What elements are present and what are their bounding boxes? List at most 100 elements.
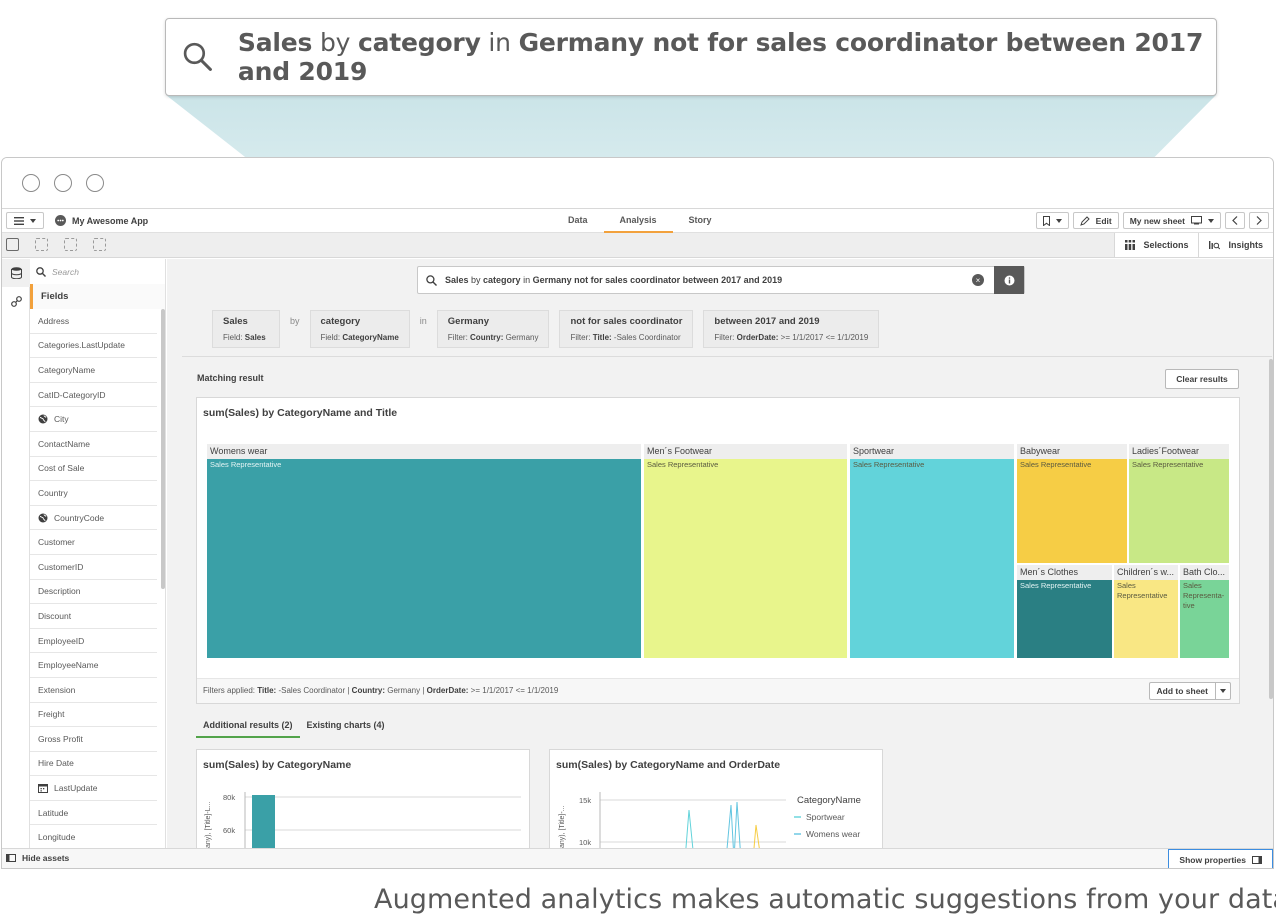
- selection-tools: [6, 238, 106, 251]
- field-item[interactable]: Latitude: [30, 801, 157, 826]
- field-item[interactable]: EmployeeID: [30, 629, 157, 654]
- insight-search-bar[interactable]: Sales by category in Germany not for sal…: [417, 266, 1025, 294]
- field-item[interactable]: Discount: [30, 604, 157, 629]
- treemap-cell[interactable]: Babywear Sales Representative: [1017, 444, 1127, 563]
- field-item[interactable]: Gross Profit: [30, 727, 157, 752]
- hide-assets-button[interactable]: Hide assets: [6, 853, 69, 863]
- treemap-cell[interactable]: Men´s Clothes Sales Representative: [1017, 565, 1112, 658]
- additional-chart-card-1[interactable]: sum(Sales) by CategoryName any), [Title]…: [196, 749, 530, 848]
- add-to-sheet-button[interactable]: Add to sheet: [1148, 682, 1231, 700]
- selections-button[interactable]: Selections: [1114, 233, 1199, 257]
- field-item[interactable]: Address: [30, 309, 157, 334]
- treemap-cell[interactable]: Children´s w... Sales Representative: [1114, 565, 1178, 658]
- main-area: Sales by category in Germany not for sal…: [167, 259, 1273, 848]
- treemap-rect[interactable]: Sales Representative: [1129, 459, 1229, 563]
- field-item[interactable]: Description: [30, 580, 157, 605]
- interpretation-chip[interactable]: Germany Filter: Country: Germany: [436, 310, 550, 348]
- treemap-rect[interactable]: Sales Representa-tive: [1180, 580, 1229, 658]
- bookmark-button[interactable]: [1035, 212, 1069, 229]
- field-item[interactable]: Freight: [30, 703, 157, 728]
- clear-selections-icon[interactable]: [93, 238, 106, 251]
- field-item[interactable]: Longitude: [30, 825, 157, 851]
- filters-applied-part: Title:: [257, 686, 277, 695]
- search-query-part: Sales: [445, 275, 469, 285]
- interpretation-chip[interactable]: not for sales coordinator Filter: Title: …: [559, 310, 694, 348]
- app-title[interactable]: My Awesome App: [55, 215, 148, 226]
- field-item[interactable]: CountryCode: [30, 506, 157, 531]
- field-item[interactable]: CategoryName: [30, 358, 157, 383]
- info-button[interactable]: [994, 266, 1024, 294]
- treemap-cell[interactable]: Men´s Footwear Sales Representative: [644, 444, 847, 658]
- tab-data[interactable]: Data: [552, 209, 604, 233]
- sheet-selector[interactable]: My new sheet: [1122, 212, 1221, 229]
- clear-query-icon[interactable]: ×: [972, 274, 984, 286]
- fields-rail-button[interactable]: [2, 259, 30, 287]
- field-item[interactable]: Extension: [30, 678, 157, 703]
- insights-button[interactable]: Insights: [1198, 233, 1273, 257]
- fields-search-input[interactable]: Search: [30, 259, 165, 284]
- show-properties-button[interactable]: Show properties: [1168, 849, 1273, 868]
- tab-story[interactable]: Story: [673, 209, 728, 233]
- chip-subtitle-prefix: Filter:: [447, 333, 471, 342]
- chevron-down-icon: [1055, 218, 1062, 223]
- tab-analysis[interactable]: Analysis: [603, 209, 673, 233]
- previous-sheet-button[interactable]: [1225, 212, 1245, 229]
- field-item[interactable]: Hire Date: [30, 752, 157, 777]
- legend-item: Womens wear: [806, 829, 860, 839]
- matching-result-card[interactable]: sum(Sales) by CategoryName and Title Wom…: [196, 397, 1240, 704]
- field-item[interactable]: CatID-CategoryID: [30, 383, 157, 408]
- add-to-sheet-label: Add to sheet: [1150, 683, 1216, 699]
- interpretation-chip[interactable]: Sales Field: Sales: [212, 310, 280, 348]
- field-item[interactable]: Customer: [30, 530, 157, 555]
- treemap-rect[interactable]: Sales Representative: [207, 459, 641, 658]
- field-label: Longitude: [38, 832, 76, 843]
- treemap-rect[interactable]: Sales Representative: [1017, 459, 1127, 563]
- field-item[interactable]: ContactName: [30, 432, 157, 457]
- treemap-chart[interactable]: Womens wear Sales Representative Men´s Foo…: [207, 444, 1229, 658]
- field-item[interactable]: LastUpdate: [30, 776, 157, 801]
- treemap-child-label: Sales Representative: [1117, 581, 1168, 600]
- treemap-rect[interactable]: Sales Representative: [1114, 580, 1178, 658]
- window-maximize-button[interactable]: [86, 174, 104, 192]
- y-tick-label: 60k: [223, 826, 235, 835]
- treemap-cell[interactable]: Ladies´Footwear Sales Representative: [1129, 444, 1229, 563]
- field-item[interactable]: City: [30, 407, 157, 432]
- global-menu-button[interactable]: [6, 212, 44, 229]
- field-item[interactable]: EmployeeName: [30, 653, 157, 678]
- treemap-cell[interactable]: Womens wear Sales Representative: [207, 444, 641, 658]
- field-label: Gross Profit: [38, 733, 83, 744]
- field-item[interactable]: CustomerID: [30, 555, 157, 580]
- master-items-rail-button[interactable]: [2, 287, 30, 315]
- treemap-rect[interactable]: Sales Representative: [644, 459, 847, 658]
- additional-chart-card-2[interactable]: sum(Sales) by CategoryName and OrderDate…: [549, 749, 883, 848]
- fields-scrollbar[interactable]: [161, 309, 165, 589]
- field-item[interactable]: Cost of Sale: [30, 457, 157, 482]
- smart-search-icon[interactable]: [6, 238, 19, 251]
- step-back-icon[interactable]: [35, 238, 48, 251]
- window-minimize-button[interactable]: [54, 174, 72, 192]
- field-item[interactable]: Country: [30, 481, 157, 506]
- treemap-rect[interactable]: Sales Representative: [850, 459, 1014, 658]
- next-sheet-button[interactable]: [1249, 212, 1269, 229]
- treemap-cell[interactable]: Sportwear Sales Representative: [850, 444, 1014, 658]
- step-forward-icon[interactable]: [64, 238, 77, 251]
- main-scrollbar[interactable]: [1269, 359, 1273, 699]
- field-label: CategoryName: [38, 364, 96, 375]
- filters-applied-part: OrderDate:: [426, 686, 469, 695]
- mini-line-chart[interactable]: any), [Title]-... 15k 10k CategoryName Sport…: [550, 780, 883, 848]
- window-close-button[interactable]: [22, 174, 40, 192]
- interpretation-chip[interactable]: between 2017 and 2019 Filter: OrderDate: …: [703, 310, 880, 348]
- edit-button[interactable]: Edit: [1072, 212, 1119, 229]
- tab-additional-results[interactable]: Additional results (2): [196, 714, 300, 738]
- link-icon: [10, 295, 22, 307]
- treemap-rect[interactable]: Sales Representative: [1017, 580, 1112, 658]
- add-to-sheet-dropdown[interactable]: [1216, 683, 1230, 699]
- tab-existing-charts[interactable]: Existing charts (4): [300, 714, 392, 738]
- field-item[interactable]: Categories.LastUpdate: [30, 334, 157, 359]
- mini-bar-chart[interactable]: any), [Title]-L... 80k 60k: [197, 780, 530, 848]
- insight-search-query[interactable]: Sales by category in Germany not for sal…: [445, 275, 972, 285]
- treemap-cell[interactable]: Bath Clo... Sales Representa-tive: [1180, 565, 1229, 658]
- fields-heading[interactable]: Fields: [30, 284, 165, 309]
- clear-results-button[interactable]: Clear results: [1165, 369, 1239, 389]
- interpretation-chip[interactable]: category Field: CategoryName: [309, 310, 410, 348]
